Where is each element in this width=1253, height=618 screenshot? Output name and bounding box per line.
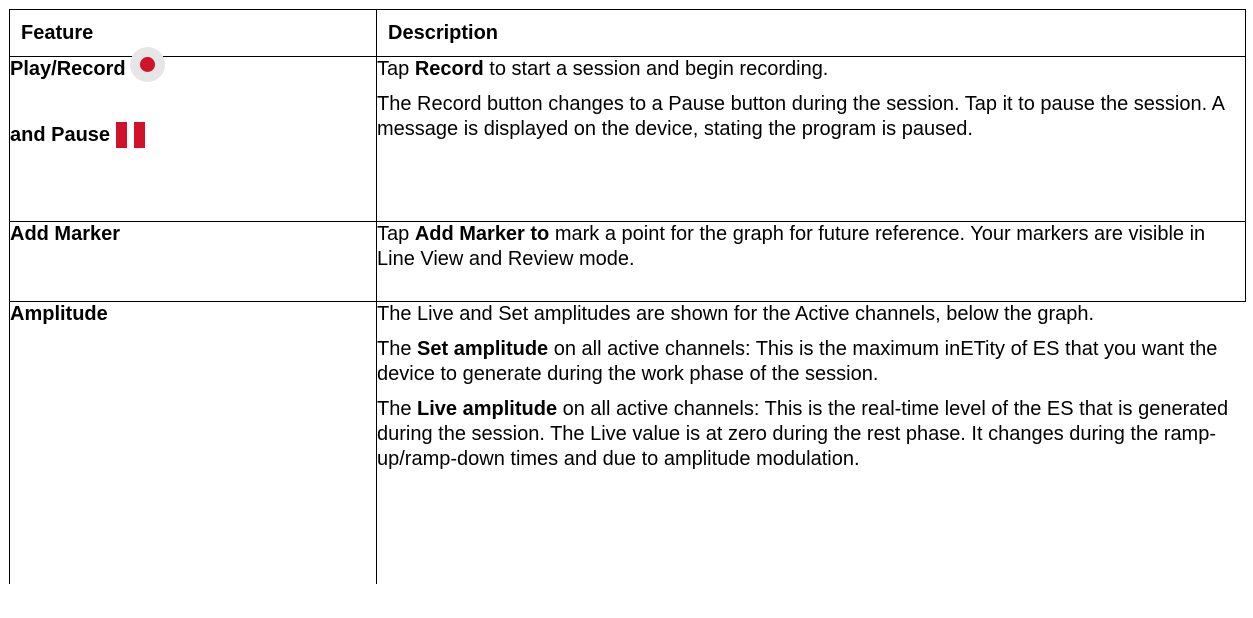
feature-play-record: Play/Record [10, 58, 126, 80]
description-cell: Tap Record to start a session and begin … [376, 56, 1246, 222]
description-paragraph: Tap Record to start a session and begin … [377, 57, 1245, 82]
description-paragraph: The Live amplitude on all active channel… [377, 397, 1246, 472]
feature-add-marker: Add Marker [9, 221, 377, 302]
bold-term: Set amplitude [417, 338, 549, 360]
header-description: Description [376, 9, 1246, 57]
record-icon [129, 47, 165, 82]
header-feature: Feature [9, 9, 377, 57]
text-run: The Record button changes to a Pause but… [377, 93, 1224, 140]
description-cell: The Live and Set amplitudes are shown fo… [376, 301, 1246, 584]
text-run: The [377, 398, 418, 420]
feature-cell: Play/Record and Pause [9, 47, 377, 222]
description-paragraph: The Record button changes to a Pause but… [377, 92, 1245, 142]
table-row: Add Marker Tap Add Marker to mark a poin… [9, 221, 1246, 302]
feature-and-pause: and Pause [10, 124, 111, 146]
text-run: The Live and Set amplitudes are shown fo… [377, 303, 1095, 325]
table-header-row: Feature Description [9, 9, 1246, 57]
text-run: Tap [377, 58, 415, 80]
text-run: The [377, 338, 418, 360]
bold-term: Live amplitude [417, 398, 558, 420]
description-paragraph: Tap Add Marker to mark a point for the g… [377, 222, 1245, 272]
bold-term: Record [414, 58, 484, 80]
text-run: to start a session and begin recording. [483, 58, 829, 80]
text-run: Tap [377, 223, 415, 245]
description-paragraph: The Live and Set amplitudes are shown fo… [377, 302, 1246, 327]
description-paragraph: The Set amplitude on all active channels… [377, 337, 1246, 387]
table-row: Play/Record and Pause Tap Record to star… [9, 47, 1246, 222]
play-record-label-line: Play/Record [10, 47, 376, 82]
table-row: Amplitude The Live and Set amplitudes ar… [9, 301, 1246, 584]
description-cell: Tap Add Marker to mark a point for the g… [376, 221, 1246, 302]
pause-label-line: and Pause [10, 122, 376, 148]
feature-table: Feature Description Play/Record and Paus… [9, 9, 1246, 584]
feature-amplitude: Amplitude [9, 301, 377, 584]
bold-term: Add Marker to [414, 223, 550, 245]
pause-icon [116, 122, 146, 148]
